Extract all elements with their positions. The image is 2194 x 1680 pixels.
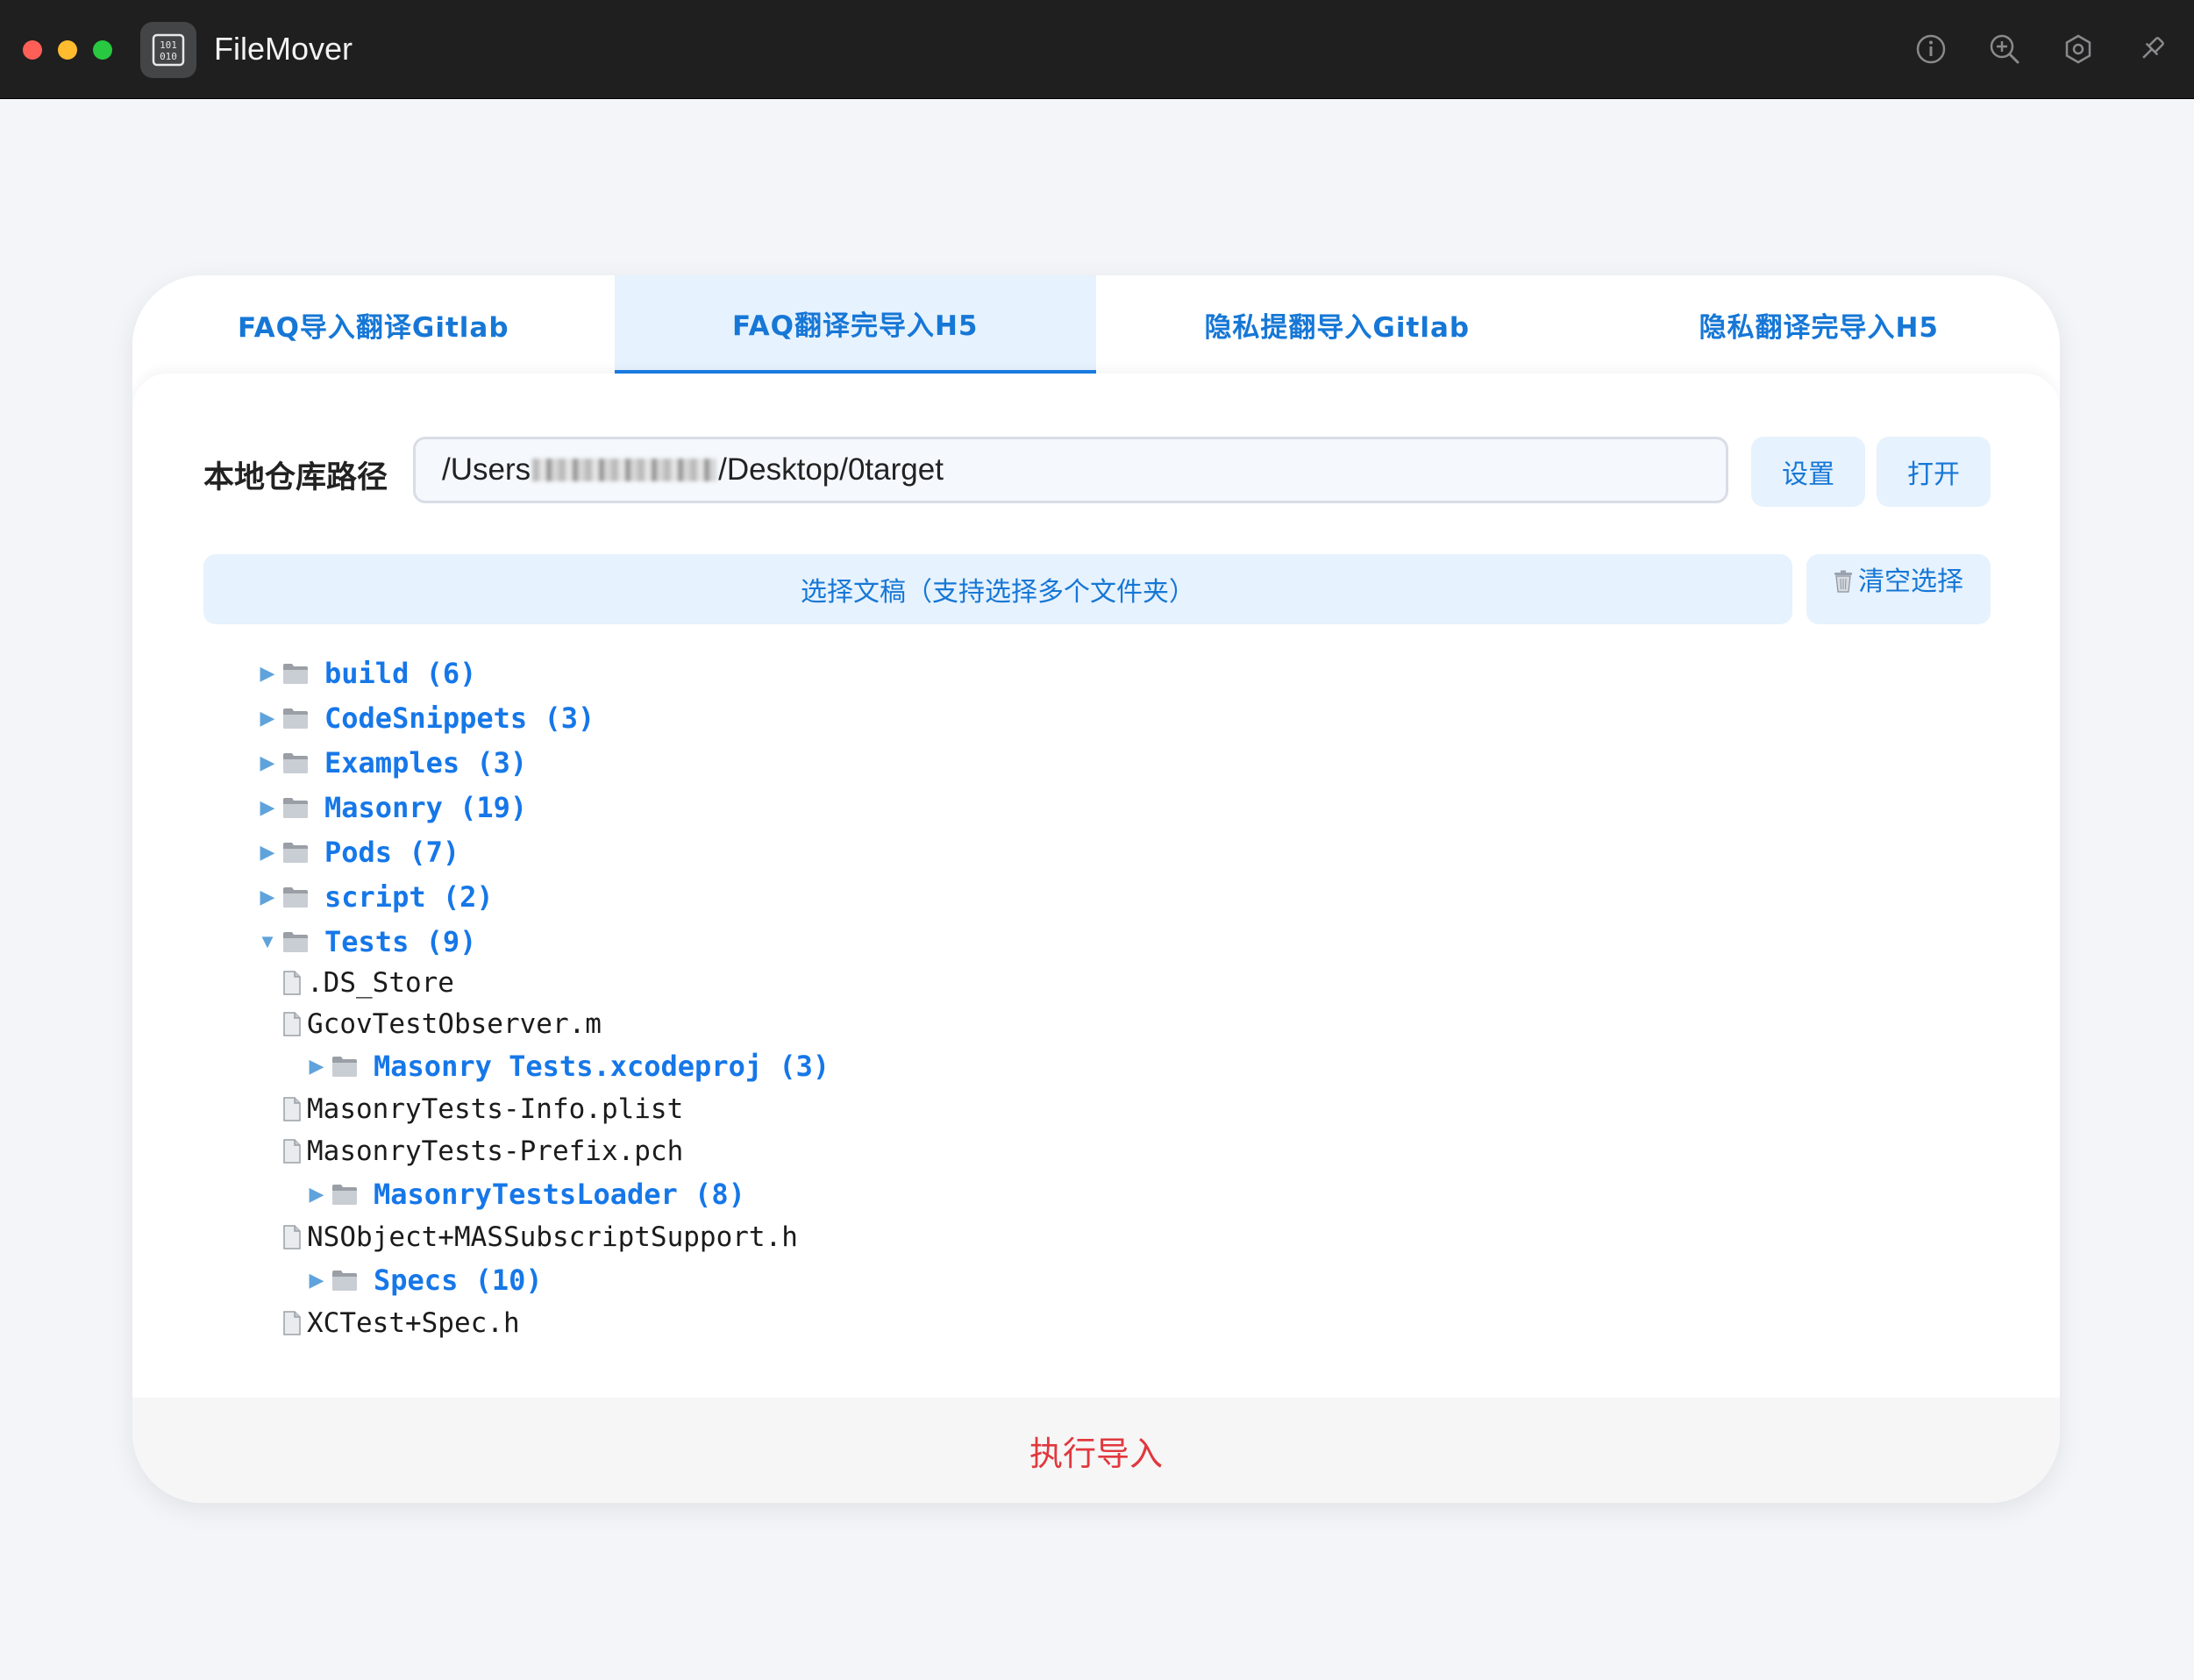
caret-right-icon[interactable]: ▶ <box>305 1269 328 1292</box>
tab-privacy-import-gitlab[interactable]: 隐私提翻导入Gitlab <box>1096 275 1578 374</box>
file-icon <box>282 1225 302 1249</box>
clear-selection-button[interactable]: 清空选择 <box>1806 554 1991 624</box>
tree-file-label: MasonryTests-Prefix.pch <box>307 1135 684 1167</box>
tree-folder-label: Specs (10) <box>374 1264 543 1297</box>
tree-folder-label: script (2) <box>324 880 494 914</box>
tab-content: 本地仓库路径 /Users /Desktop/0target 设置 打开 选择文… <box>132 374 2060 1503</box>
tree-folder-label: Pods (7) <box>324 836 460 869</box>
tree-file-label: .DS_Store <box>307 967 454 999</box>
settings-hexagon-icon[interactable] <box>2061 32 2096 67</box>
folder-icon <box>282 930 309 953</box>
app-title: FileMover <box>214 31 353 67</box>
select-documents-button[interactable]: 选择文稿（支持选择多个文件夹） <box>203 554 1792 624</box>
set-path-button[interactable]: 设置 <box>1751 437 1865 507</box>
tree-file-label: GcovTestObserver.m <box>307 1008 602 1040</box>
tree-folder[interactable]: ▶ Examples (3) <box>256 742 528 784</box>
folder-icon <box>331 1183 358 1206</box>
tree-folder[interactable]: ▶ script (2) <box>256 876 494 918</box>
app-window: 101 010 FileMover FAQ导入翻译Gitlab FAQ翻译完导入… <box>0 0 2194 1680</box>
folder-icon <box>282 662 309 685</box>
tab-faq-translated-import-h5[interactable]: FAQ翻译完导入H5 <box>614 275 1096 374</box>
tree-file[interactable]: MasonryTests-Info.plist <box>282 1088 683 1130</box>
caret-right-icon[interactable]: ▶ <box>256 841 279 864</box>
caret-right-icon[interactable]: ▶ <box>256 707 279 730</box>
app-icon: 101 010 <box>140 22 196 78</box>
tree-folder[interactable]: ▶ MasonryTestsLoader (8) <box>305 1173 745 1215</box>
tree-folder[interactable]: ▶ CodeSnippets (3) <box>256 697 595 739</box>
zoom-window-button[interactable] <box>93 40 112 60</box>
repo-path-label: 本地仓库路径 <box>203 460 388 495</box>
folder-icon <box>282 796 309 819</box>
file-icon <box>282 971 302 995</box>
svg-text:101: 101 <box>160 39 177 51</box>
tree-folder[interactable]: ▶ Masonry (19) <box>256 787 528 829</box>
tree-folder-label: Tests (9) <box>324 925 477 958</box>
folder-icon <box>282 886 309 908</box>
trash-icon <box>1834 570 1852 593</box>
repo-path-prefix: /Users <box>442 452 531 487</box>
tree-file[interactable]: XCTest+Spec.h <box>282 1302 520 1344</box>
title-bar: 101 010 FileMover <box>0 0 2194 99</box>
caret-right-icon[interactable]: ▶ <box>256 796 279 819</box>
open-path-button[interactable]: 打开 <box>1877 437 1991 507</box>
tree-folder[interactable]: ▶ Masonry Tests.xcodeproj (3) <box>305 1045 830 1087</box>
execute-import-button[interactable]: 执行导入 <box>132 1398 2060 1503</box>
tree-file[interactable]: GcovTestObserver.m <box>282 1003 602 1045</box>
tree-file[interactable]: .DS_Store <box>282 962 454 1004</box>
file-icon <box>282 1097 302 1121</box>
tree-file-label: NSObject+MASSubscriptSupport.h <box>307 1221 798 1253</box>
clear-selection-label: 清空选择 <box>1858 566 1963 597</box>
file-icon <box>282 1311 302 1335</box>
caret-right-icon[interactable]: ▶ <box>256 886 279 908</box>
tree-file-label: XCTest+Spec.h <box>307 1307 520 1339</box>
tree-file[interactable]: NSObject+MASSubscriptSupport.h <box>282 1216 798 1258</box>
zoom-in-icon[interactable] <box>1987 32 2022 67</box>
tree-folder-label: build (6) <box>324 657 477 690</box>
caret-down-icon[interactable]: ▼ <box>256 930 279 953</box>
file-icon <box>282 1012 302 1036</box>
folder-icon <box>282 751 309 774</box>
folder-icon <box>331 1055 358 1078</box>
folder-icon <box>282 841 309 864</box>
caret-right-icon[interactable]: ▶ <box>256 751 279 774</box>
repo-path-suffix: /Desktop/0target <box>718 452 944 487</box>
tab-faq-import-gitlab[interactable]: FAQ导入翻译Gitlab <box>132 275 615 374</box>
caret-right-icon[interactable]: ▶ <box>305 1055 328 1078</box>
tree-folder-label: CodeSnippets (3) <box>324 701 595 735</box>
redacted-username <box>532 459 717 481</box>
main-card: FAQ导入翻译Gitlab FAQ翻译完导入H5 隐私提翻导入Gitlab 隐私… <box>132 275 2060 1503</box>
tree-folder[interactable]: ▶ build (6) <box>256 652 477 694</box>
file-icon <box>282 1139 302 1164</box>
svg-text:010: 010 <box>160 51 177 62</box>
tree-folder[interactable]: ▼ Tests (9) <box>256 921 476 963</box>
tree-folder-label: MasonryTestsLoader (8) <box>374 1178 745 1211</box>
tab-privacy-translated-import-h5[interactable]: 隐私翻译完导入H5 <box>1578 275 2061 374</box>
tree-folder-label: Masonry Tests.xcodeproj (3) <box>374 1050 830 1083</box>
tree-folder[interactable]: ▶ Pods (7) <box>256 831 460 873</box>
folder-icon <box>282 707 309 730</box>
folder-icon <box>331 1269 358 1292</box>
repo-path-field[interactable]: /Users /Desktop/0target <box>413 437 1728 503</box>
close-window-button[interactable] <box>23 40 42 60</box>
tree-folder-label: Masonry (19) <box>324 791 528 824</box>
tree-folder-label: Examples (3) <box>324 746 528 779</box>
minimize-window-button[interactable] <box>58 40 77 60</box>
tree-file-label: MasonryTests-Info.plist <box>307 1093 684 1125</box>
pin-icon[interactable] <box>2134 32 2169 67</box>
tree-file[interactable]: MasonryTests-Prefix.pch <box>282 1130 683 1172</box>
tab-bar: FAQ导入翻译Gitlab FAQ翻译完导入H5 隐私提翻导入Gitlab 隐私… <box>132 275 2060 374</box>
caret-right-icon[interactable]: ▶ <box>256 662 279 685</box>
tree-folder[interactable]: ▶ Specs (10) <box>305 1259 543 1301</box>
info-icon[interactable] <box>1913 32 1948 67</box>
caret-right-icon[interactable]: ▶ <box>305 1183 328 1206</box>
